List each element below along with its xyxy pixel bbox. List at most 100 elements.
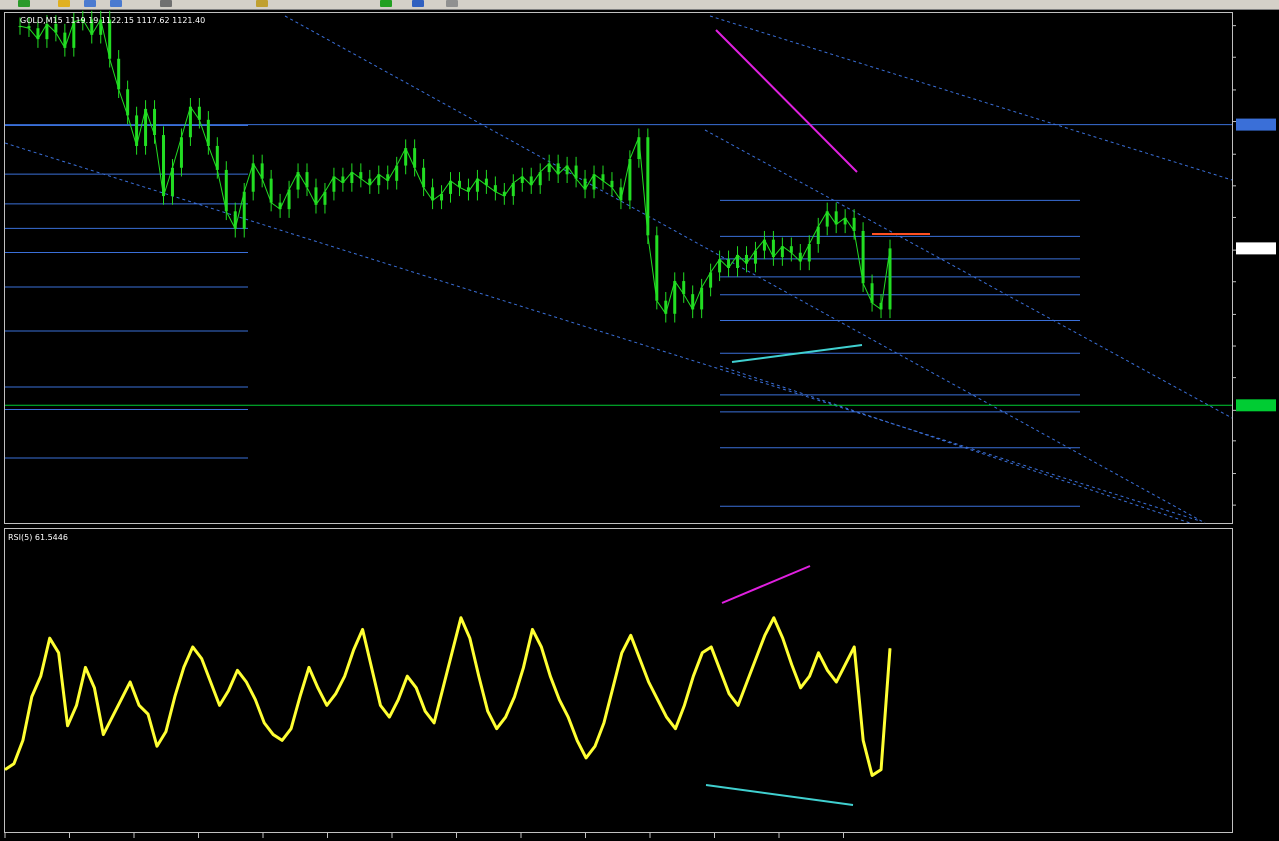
rsi-point [612, 687, 614, 689]
rsi-point [487, 710, 489, 712]
rsi-point [147, 713, 149, 715]
rsi-point [728, 693, 730, 695]
rsi-point [817, 652, 819, 654]
rsi-point [156, 745, 158, 747]
rsi-point [871, 774, 873, 776]
rsi-point [853, 646, 855, 648]
channel-line [284, 15, 1206, 524]
rsi-point [567, 716, 569, 718]
rsi-point [344, 675, 346, 677]
rsi-point [84, 666, 86, 668]
rsi-point [272, 734, 274, 736]
rsi-point [299, 696, 301, 698]
rsi-point [415, 687, 417, 689]
rsi-overlays [705, 565, 854, 806]
rsi-point [549, 675, 551, 677]
rsi-point [353, 649, 355, 651]
rsi-point [737, 704, 739, 706]
rsi-point [826, 669, 828, 671]
rsi-point [174, 696, 176, 698]
rsi-point [683, 704, 685, 706]
rsi-point [120, 699, 122, 701]
rsi-point [657, 699, 659, 701]
rsi-point [433, 722, 435, 724]
rsi-point [58, 652, 60, 654]
rsi-point [505, 716, 507, 718]
rsi-point [460, 617, 462, 619]
rsi-point [674, 728, 676, 730]
rsi-point [308, 666, 310, 668]
price-chart-title: GOLD,M15 1119.19 1122.15 1117.62 1121.40 [20, 16, 205, 25]
rsi-point [111, 716, 113, 718]
rsi-point [13, 763, 15, 765]
rsi-point [236, 669, 238, 671]
rsi-point [290, 728, 292, 730]
rsi-point [201, 658, 203, 660]
price-axis [1232, 25, 1276, 506]
rsi-point [317, 687, 319, 689]
rsi-point [782, 637, 784, 639]
rsi-divergence-magenta [721, 565, 811, 604]
rsi-point [40, 675, 42, 677]
rsi-point [835, 681, 837, 683]
rsi-point [710, 646, 712, 648]
hline-price-box [1236, 399, 1276, 412]
rsi-point [263, 722, 265, 724]
rsi-point [76, 704, 78, 706]
rsi-point [496, 728, 498, 730]
rsi-point [93, 687, 95, 689]
rsi-point [558, 699, 560, 701]
rsi-point [844, 663, 846, 665]
rsi-point [245, 681, 247, 683]
rsi-point [49, 637, 51, 639]
rsi-point [102, 734, 104, 736]
current-price-box [1236, 242, 1276, 255]
rsi-point [800, 687, 802, 689]
rsi-point [603, 722, 605, 724]
rsi-point [648, 681, 650, 683]
rsi-point [129, 681, 131, 683]
rsi-divergence-cyan [705, 784, 854, 806]
rsi-line [4, 616, 892, 777]
rsi-point [514, 696, 516, 698]
rsi-point [621, 652, 623, 654]
rsi-point [67, 725, 69, 727]
rsi-point [379, 704, 381, 706]
rsi-point [809, 675, 811, 677]
rsi-point [701, 652, 703, 654]
level-price-box [1236, 118, 1276, 131]
rsi-point [755, 658, 757, 660]
rsi-point [791, 663, 793, 665]
rsi-point [210, 681, 212, 683]
rsi-point [4, 769, 6, 771]
rsi-point [388, 716, 390, 718]
rsi-point [165, 731, 167, 733]
price-line [19, 18, 891, 315]
rsi-point [451, 652, 453, 654]
rsi-point [138, 704, 140, 706]
rsi-point [254, 699, 256, 701]
rsi-point [424, 710, 426, 712]
rsi-point [469, 637, 471, 639]
rsi-point [889, 647, 891, 649]
rsi-point [719, 669, 721, 671]
rsi-series [4, 616, 892, 777]
rsi-point [692, 675, 694, 677]
rsi-point [880, 769, 882, 771]
rsi-point [326, 704, 328, 706]
price-panel-frame [4, 12, 1233, 524]
rsi-point [630, 634, 632, 636]
rsi-point [576, 739, 578, 741]
rsi-point [531, 628, 533, 630]
rsi-point [639, 658, 641, 660]
rsi-point [22, 739, 24, 741]
rsi-point [335, 693, 337, 695]
rsi-point [183, 666, 185, 668]
rsi-point [31, 696, 33, 698]
rsi-point [219, 704, 221, 706]
channel-line [704, 129, 1233, 419]
price-series [18, 10, 892, 323]
rsi-point [362, 628, 364, 630]
rsi-chart-title: RSI(5) 61.5446 [8, 533, 68, 542]
rsi-point [773, 617, 775, 619]
